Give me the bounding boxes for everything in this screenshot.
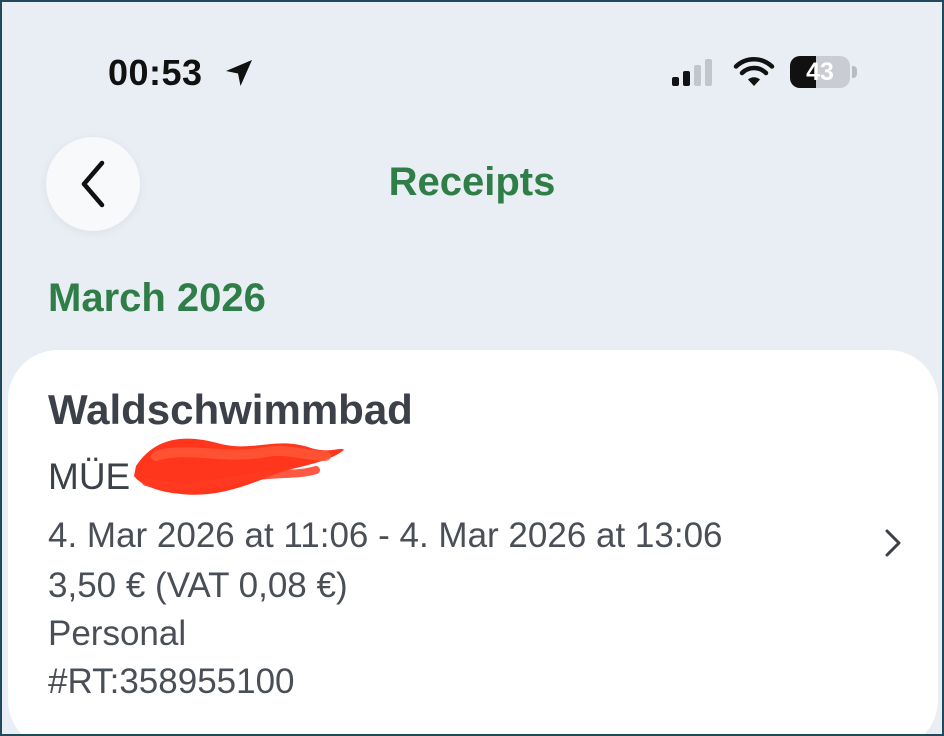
location-arrow-icon: [226, 60, 252, 86]
receipt-category: Personal: [48, 614, 187, 653]
receipt-reference: #RT:358955100: [48, 662, 295, 701]
redaction-scribble: [134, 438, 344, 495]
page-title: Receipts: [388, 160, 556, 204]
app-screen: 00:53 43 Receipts March 2026 Waldschwimm…: [0, 0, 944, 736]
receipt-time-range: 4. Mar 2026 at 11:06 - 4. Mar 2026 at 13…: [48, 516, 723, 555]
battery-body: 43: [790, 56, 850, 88]
receipt-location: MÜE: [48, 456, 131, 497]
battery-level: 43: [806, 58, 834, 86]
battery-cap: [852, 66, 857, 78]
wifi-icon: [733, 57, 775, 86]
section-header-month: March 2026: [48, 276, 266, 320]
status-time: 00:53: [108, 52, 203, 93]
cellular-signal-icon: [672, 59, 712, 86]
battery-icon: 43: [790, 56, 858, 90]
receipt-amount: 3,50 € (VAT 0,08 €): [48, 566, 348, 605]
chevron-right-icon[interactable]: [882, 526, 904, 560]
receipt-card[interactable]: Waldschwimmbad MÜE 4. Mar 2026 at 11:06 …: [8, 350, 938, 734]
